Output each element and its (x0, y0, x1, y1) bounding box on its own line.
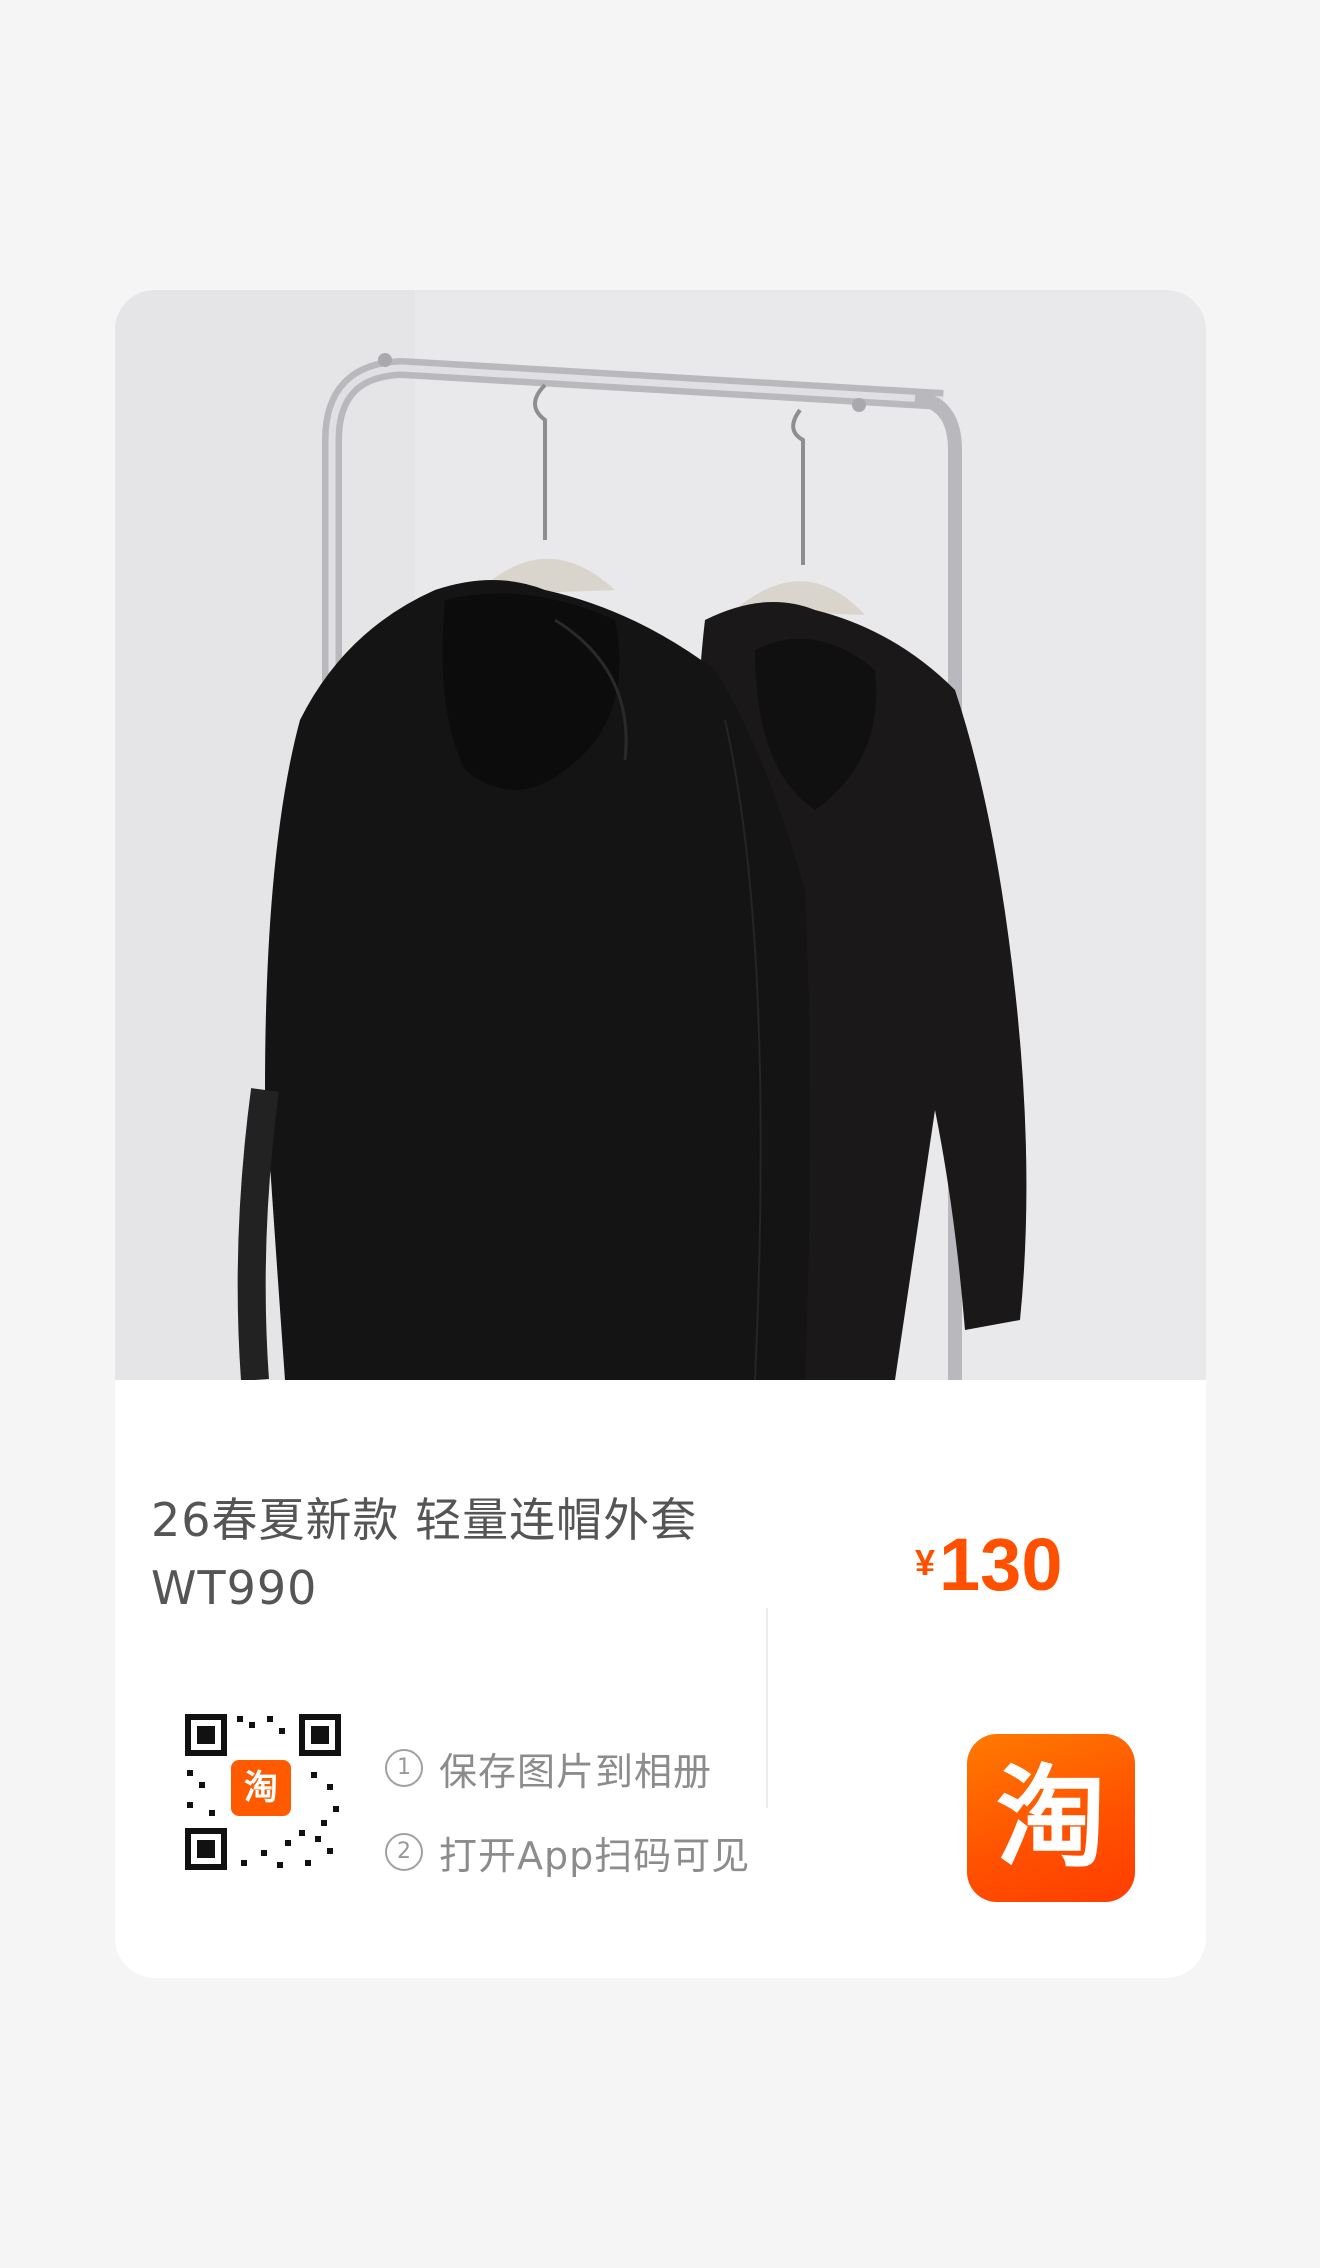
step-open-app: 2 打开App扫码可见 (385, 1822, 750, 1882)
step-text: 保存图片到相册 (439, 1749, 713, 1794)
step-number: 2 (385, 1833, 423, 1871)
product-share-card: 26春夏新款 轻量连帽外套WT990 ¥130 淘 1 保存图片到相册 2 打开… (115, 290, 1206, 1978)
step-number: 1 (385, 1749, 423, 1787)
price-value: 130 (939, 1523, 1063, 1606)
taobao-icon[interactable]: 淘 (967, 1734, 1135, 1902)
product-title: 26春夏新款 轻量连帽外套WT990 (151, 1493, 698, 1615)
step-text: 打开App扫码可见 (439, 1833, 751, 1878)
step-save-image: 1 保存图片到相册 (385, 1738, 750, 1798)
currency-symbol: ¥ (915, 1542, 936, 1583)
divider (766, 1608, 768, 1808)
product-image (115, 290, 1206, 1380)
scan-instructions: 1 保存图片到相册 2 打开App扫码可见 (385, 1738, 750, 1906)
qr-code: 淘 (181, 1710, 345, 1874)
product-price: ¥130 (915, 1520, 1063, 1610)
qr-taobao-badge: 淘 (231, 1760, 291, 1816)
product-info: 26春夏新款 轻量连帽外套WT990 ¥130 淘 1 保存图片到相册 2 打开… (115, 1380, 1206, 1978)
